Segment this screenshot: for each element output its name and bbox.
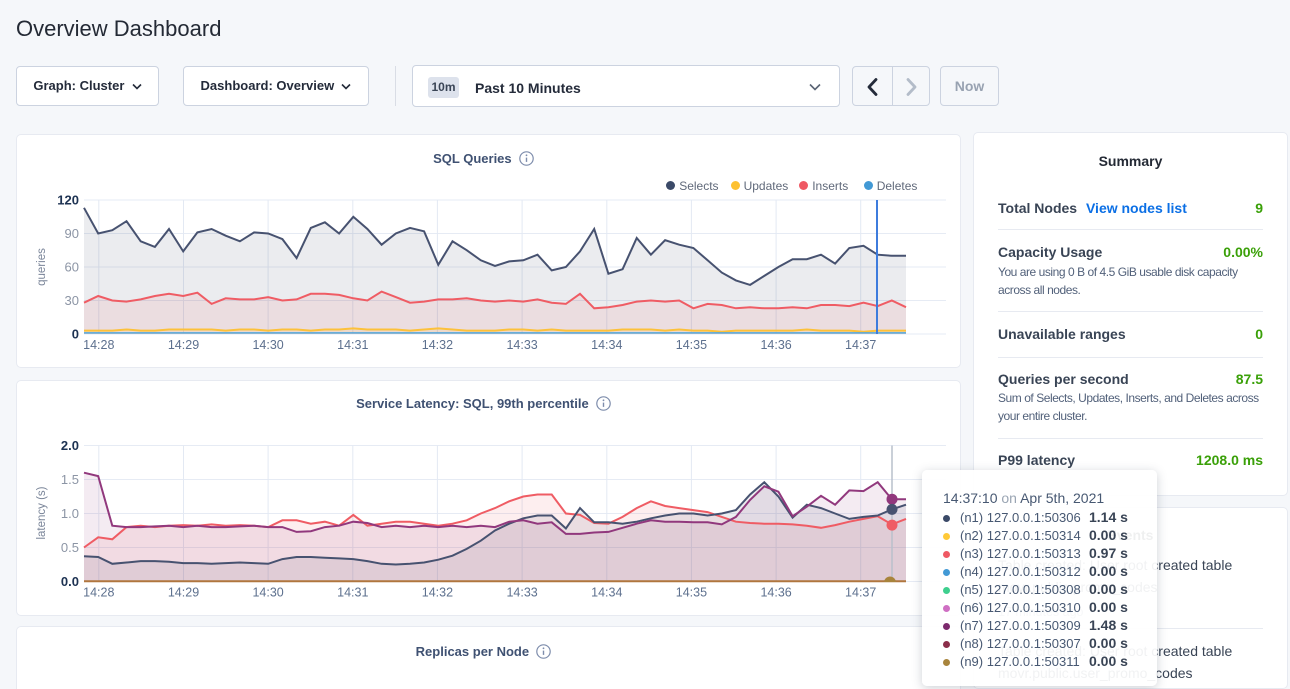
svg-text:14:33: 14:33 (506, 338, 537, 352)
svg-text:14:35: 14:35 (676, 586, 707, 600)
svg-text:60: 60 (65, 260, 79, 275)
svg-text:14:29: 14:29 (168, 586, 199, 600)
svg-text:0: 0 (72, 327, 79, 342)
svg-text:0.0: 0.0 (61, 574, 79, 589)
svg-text:14:36: 14:36 (760, 338, 791, 352)
svg-text:14:32: 14:32 (422, 338, 453, 352)
svg-text:14:28: 14:28 (83, 338, 114, 352)
svg-text:14:30: 14:30 (252, 586, 283, 600)
svg-text:14:31: 14:31 (337, 586, 368, 600)
svg-text:queries: queries (36, 248, 48, 286)
svg-text:latency (s): latency (s) (36, 486, 48, 539)
svg-text:14:34: 14:34 (591, 338, 622, 352)
svg-text:1.0: 1.0 (61, 506, 79, 521)
svg-text:14:35: 14:35 (676, 338, 707, 352)
svg-text:0.5: 0.5 (61, 540, 79, 555)
svg-text:14:32: 14:32 (422, 586, 453, 600)
svg-text:14:31: 14:31 (337, 338, 368, 352)
svg-text:2.0: 2.0 (61, 438, 79, 453)
svg-text:120: 120 (57, 193, 79, 208)
svg-text:14:37: 14:37 (845, 586, 876, 600)
svg-text:14:28: 14:28 (83, 586, 114, 600)
svg-text:14:34: 14:34 (591, 586, 622, 600)
svg-text:14:37: 14:37 (845, 338, 876, 352)
svg-text:30: 30 (65, 293, 79, 308)
svg-text:90: 90 (65, 226, 79, 241)
svg-text:1.5: 1.5 (61, 472, 79, 487)
svg-text:14:30: 14:30 (252, 338, 283, 352)
svg-text:14:29: 14:29 (168, 338, 199, 352)
svg-text:14:36: 14:36 (760, 586, 791, 600)
svg-text:14:33: 14:33 (506, 586, 537, 600)
